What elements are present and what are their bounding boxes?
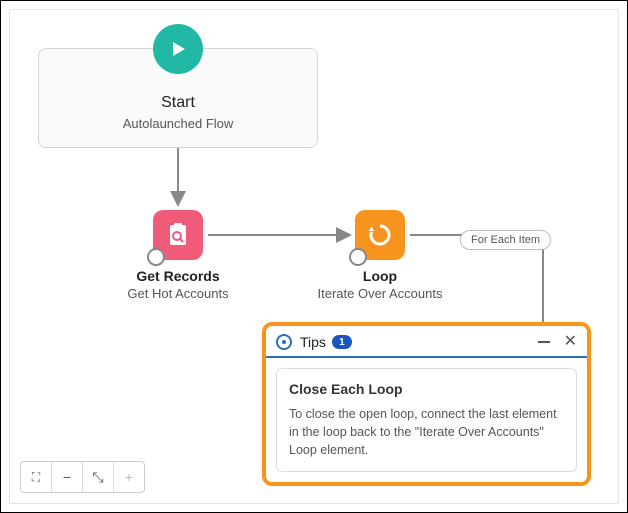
loop-subtitle: Iterate Over Accounts bbox=[310, 286, 450, 301]
tips-count-badge: 1 bbox=[332, 335, 352, 349]
close-icon[interactable]: ✕ bbox=[564, 334, 577, 350]
minimize-icon[interactable] bbox=[538, 341, 550, 343]
start-node[interactable]: Start Autolaunched Flow bbox=[38, 48, 318, 148]
connector-handle[interactable] bbox=[349, 248, 367, 266]
zoom-reset-button[interactable]: ⤡ bbox=[83, 462, 114, 492]
app-frame: Start Autolaunched Flow Get Records Get … bbox=[0, 0, 628, 513]
zoom-fit-button[interactable]: ⛶ bbox=[21, 462, 52, 492]
get-records-title: Get Records bbox=[108, 268, 248, 284]
for-each-item-label: For Each Item bbox=[460, 230, 551, 250]
tips-panel: Tips 1 ✕ Close Each Loop To close the op… bbox=[262, 322, 591, 486]
lifebuoy-icon bbox=[276, 334, 292, 350]
play-icon bbox=[153, 24, 203, 74]
start-title: Start bbox=[39, 94, 317, 112]
loop-title: Loop bbox=[310, 268, 450, 284]
flow-canvas[interactable]: Start Autolaunched Flow Get Records Get … bbox=[9, 9, 619, 504]
clipboard-search-icon bbox=[153, 210, 203, 260]
tips-card-title: Close Each Loop bbox=[289, 381, 564, 397]
zoom-in-button[interactable]: + bbox=[114, 462, 144, 492]
get-records-node[interactable]: Get Records Get Hot Accounts bbox=[108, 210, 248, 301]
tips-card: Close Each Loop To close the open loop, … bbox=[276, 368, 577, 472]
tips-title: Tips bbox=[300, 334, 326, 350]
get-records-subtitle: Get Hot Accounts bbox=[108, 286, 248, 301]
connector-handle[interactable] bbox=[147, 248, 165, 266]
zoom-controls: ⛶ − ⤡ + bbox=[20, 461, 145, 493]
loop-node[interactable]: Loop Iterate Over Accounts bbox=[310, 210, 450, 301]
loop-icon bbox=[355, 210, 405, 260]
tips-card-text: To close the open loop, connect the last… bbox=[289, 405, 564, 459]
tips-header: Tips 1 ✕ bbox=[266, 326, 587, 358]
start-subtitle: Autolaunched Flow bbox=[39, 116, 317, 131]
zoom-out-button[interactable]: − bbox=[52, 462, 83, 492]
